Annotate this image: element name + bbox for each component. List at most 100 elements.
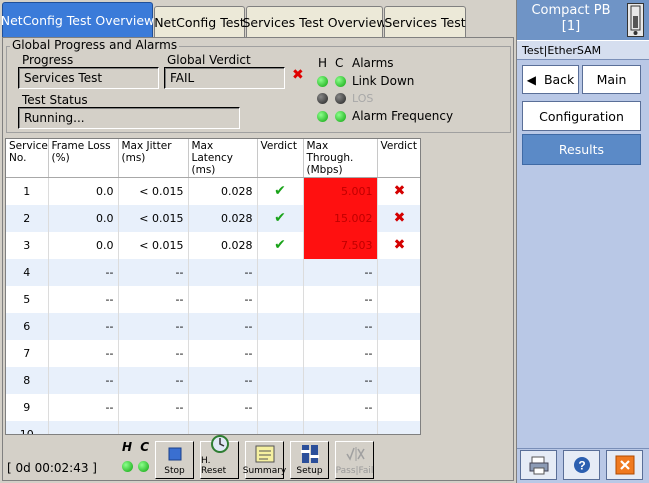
left-pane: NetConfig Test Overview NetConfig Test S… (0, 0, 516, 483)
max-latency-cell: 0.028 (188, 231, 258, 259)
device-title-line-2: [1] (561, 19, 581, 34)
pass-fail-label: Pass|Fail (335, 466, 374, 476)
col-header-verdict[interactable]: Verdict (257, 139, 304, 178)
verdict-cell: ✔ (257, 231, 304, 259)
los-h-led-icon (317, 93, 328, 104)
table-header-row: Service No. Frame Loss (%) Max Jitter (m… (6, 139, 420, 178)
progress-field: Services Test (18, 67, 159, 89)
summary-button[interactable]: Summary (243, 441, 286, 479)
tab-netconfig-test-overview[interactable]: NetConfig Test Overview (1, 2, 154, 38)
throughput-verdict-cell (377, 312, 420, 340)
alarm-los: LOS (352, 92, 374, 105)
max-jitter-cell: < 0.015 (118, 204, 189, 232)
max-throughput-cell: -- (303, 285, 378, 313)
max-latency-cell: 0.028 (188, 177, 258, 205)
alarms-header: Alarms (352, 56, 394, 70)
main-button[interactable]: Main (582, 65, 641, 94)
summary-icon (253, 443, 277, 465)
col-header-frame-loss[interactable]: Frame Loss (%) (48, 139, 119, 178)
throughput-verdict-cell: ✖ (377, 177, 420, 205)
verdict-cell (257, 393, 304, 421)
throughput-verdict-cell (377, 258, 420, 286)
tab-netconfig-test[interactable]: NetConfig Test (154, 6, 245, 38)
table-row[interactable]: 4 -- -- -- -- (6, 258, 420, 286)
help-button[interactable]: ? (563, 450, 600, 480)
max-throughput-cell: 7.503 (303, 231, 378, 259)
col-header-max-throughput[interactable]: Max Through. (Mbps) (303, 139, 378, 178)
device-title: Compact PB [1] (517, 3, 625, 35)
alarm-h-header: H (318, 56, 328, 70)
alarm-frequency-c-led-icon (335, 111, 346, 122)
global-verdict-field: FAIL (164, 67, 285, 89)
pass-fail-button[interactable]: Pass|Fail (335, 441, 374, 479)
service-no-cell: 1 (6, 177, 49, 205)
verdict-cell (257, 339, 304, 367)
pass-check-icon: ✔ (274, 237, 286, 253)
close-button[interactable] (606, 450, 643, 480)
max-jitter-cell: -- (118, 393, 189, 421)
max-jitter-cell: -- (118, 420, 189, 434)
service-no-cell: 8 (6, 366, 49, 394)
max-latency-cell: 0.028 (188, 204, 258, 232)
frame-loss-cell: 0.0 (48, 177, 119, 205)
results-table: Service No. Frame Loss (%) Max Jitter (m… (5, 138, 421, 435)
table-row[interactable]: 8 -- -- -- -- (6, 366, 420, 394)
history-reset-button[interactable]: H. Reset (200, 435, 239, 479)
back-button[interactable]: ◀ Back (522, 65, 579, 94)
col-header-service-no[interactable]: Service No. (6, 139, 49, 178)
table-row[interactable]: 5 -- -- -- -- (6, 285, 420, 313)
verdict-cell (257, 312, 304, 340)
setup-button[interactable]: Setup (290, 441, 329, 479)
alarm-frequency-h-led-icon (317, 111, 328, 122)
throughput-verdict-cell: ✖ (377, 204, 420, 232)
max-jitter-cell: -- (118, 312, 189, 340)
stop-button[interactable]: Stop (155, 441, 194, 479)
table-row[interactable]: 9 -- -- -- -- (6, 393, 420, 421)
max-throughput-cell: -- (303, 366, 378, 394)
frame-loss-cell: -- (48, 366, 119, 394)
setup-icon (298, 443, 322, 465)
fail-x-icon: ✖ (292, 67, 304, 83)
results-button[interactable]: Results (522, 134, 641, 165)
fail-x-icon: ✖ (393, 237, 406, 253)
print-screen-button[interactable] (520, 450, 557, 480)
table-row[interactable]: 2 0.0 < 0.015 0.028 ✔ 15.002 ✖ (6, 204, 420, 232)
tab-services-test[interactable]: Services Test (384, 6, 466, 38)
frame-loss-cell: -- (48, 339, 119, 367)
verdict-cell (257, 285, 304, 313)
service-no-cell: 5 (6, 285, 49, 313)
col-header-verdict-2[interactable]: Verdict (377, 139, 420, 178)
col-header-max-latency[interactable]: Max Latency (ms) (188, 139, 258, 178)
max-latency-cell: -- (188, 285, 258, 313)
table-row[interactable]: 1 0.0 < 0.015 0.028 ✔ 5.001 ✖ (6, 177, 420, 205)
table-row[interactable]: 3 0.0 < 0.015 0.028 ✔ 7.503 ✖ (6, 231, 420, 259)
breadcrumb: Test|EtherSAM (517, 40, 649, 60)
max-jitter-cell: -- (118, 366, 189, 394)
max-throughput-cell: 5.001 (303, 177, 378, 205)
max-jitter-cell: < 0.015 (118, 231, 189, 259)
throughput-verdict-cell: ✖ (377, 231, 420, 259)
alarm-frequency: Alarm Frequency (352, 109, 454, 123)
max-jitter-cell: -- (118, 258, 189, 286)
max-latency-cell: -- (188, 339, 258, 367)
right-pane-header: Compact PB [1] (517, 0, 649, 40)
table-row[interactable]: 6 -- -- -- -- (6, 312, 420, 340)
link-down-h-led-icon (317, 76, 328, 87)
test-status-field: Running... (18, 107, 240, 129)
elapsed-timer: [ 0d 00:02:43 ] (7, 461, 97, 475)
fail-x-icon: ✖ (393, 183, 406, 200)
configuration-button[interactable]: Configuration (522, 101, 641, 131)
frame-loss-cell: -- (48, 393, 119, 421)
tab-services-test-overview[interactable]: Services Test Overview (242, 6, 387, 38)
max-latency-cell: -- (188, 258, 258, 286)
verdict-cell (257, 258, 304, 286)
max-throughput-cell: -- (303, 339, 378, 367)
max-throughput-cell: -- (303, 393, 378, 421)
max-throughput-cell: -- (303, 312, 378, 340)
col-header-max-jitter[interactable]: Max Jitter (ms) (118, 139, 189, 178)
frame-loss-cell: -- (48, 312, 119, 340)
pass-fail-icon (343, 443, 367, 465)
table-row[interactable]: 7 -- -- -- -- (6, 339, 420, 367)
setup-button-label: Setup (296, 466, 323, 476)
frame-loss-cell: 0.0 (48, 231, 119, 259)
